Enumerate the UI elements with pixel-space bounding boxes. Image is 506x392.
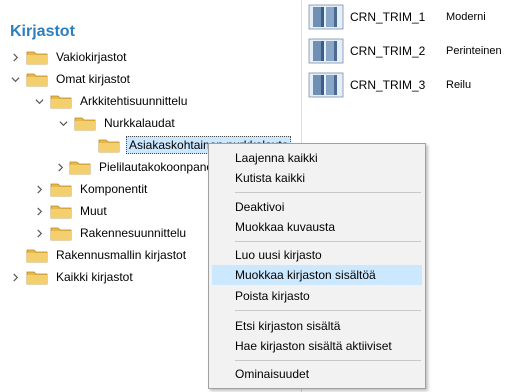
chevron-right-icon[interactable] (32, 200, 46, 222)
menu-item-edit-library-content[interactable]: Muokkaa kirjaston sisältöä (212, 265, 422, 285)
library-item-kind: Moderni (446, 11, 486, 23)
chevron-right-icon[interactable] (32, 222, 46, 244)
chevron-right-icon[interactable] (8, 46, 22, 68)
library-item-kind: Perinteinen (446, 45, 502, 57)
library-item-name: CRN_TRIM_1 (350, 10, 426, 24)
menu-item-deactivate[interactable]: Deaktivoi (212, 197, 422, 217)
tree-node-nurkkalaudat[interactable]: Nurkkalaudat (56, 112, 177, 134)
corner-trim-icon (308, 38, 344, 64)
library-item[interactable]: CRN_TRIM_1 Moderni (308, 2, 486, 32)
tree-node-label: Komponentit (80, 182, 148, 196)
menu-item-delete-library[interactable]: Poista kirjasto (212, 286, 422, 306)
tree-node-label: Pielilautakokoonpanot (99, 160, 217, 174)
tree-node-label: Vakiokirjastot (56, 50, 127, 64)
tree-node-label: Kaikki kirjastot (56, 270, 133, 284)
folder-icon (69, 159, 91, 175)
tree-node-vakiokirjastot[interactable]: Vakiokirjastot (8, 46, 128, 68)
chevron-down-icon[interactable] (8, 68, 22, 90)
menu-item-search-library[interactable]: Etsi kirjaston sisältä (212, 316, 422, 336)
menu-separator (235, 360, 421, 361)
menu-item-edit-description[interactable]: Muokkaa kuvausta (212, 217, 422, 237)
folder-icon (50, 203, 72, 219)
menu-item-search-active[interactable]: Hae kirjaston sisältä aktiiviset (212, 336, 422, 356)
menu-item-properties[interactable]: Ominaisuudet (212, 364, 422, 384)
menu-separator (235, 192, 421, 193)
folder-icon (26, 269, 48, 285)
menu-separator (235, 310, 421, 311)
tree-node-rakennusmallin-kirjastot[interactable]: Rakennusmallin kirjastot (22, 244, 188, 266)
folder-icon (50, 225, 72, 241)
tree-node-kaikki-kirjastot[interactable]: Kaikki kirjastot (8, 266, 135, 288)
folder-icon (74, 115, 96, 131)
chevron-down-icon[interactable] (56, 112, 70, 134)
tree-node-komponentit[interactable]: Komponentit (32, 178, 149, 200)
tree-node-muut[interactable]: Muut (32, 200, 109, 222)
tree-node-label: Rakennusmallin kirjastot (56, 248, 187, 262)
folder-icon (26, 71, 48, 87)
folder-icon (50, 181, 72, 197)
tree-node-label: Nurkkalaudat (104, 116, 175, 130)
menu-separator (235, 241, 421, 242)
menu-item-create-library[interactable]: Luo uusi kirjasto (212, 245, 422, 265)
folder-icon (26, 49, 48, 65)
chevron-right-icon[interactable] (56, 156, 65, 178)
chevron-down-icon[interactable] (32, 90, 46, 112)
corner-trim-icon (308, 72, 344, 98)
folder-icon (50, 93, 72, 109)
tree-node-rakennesuunnittelu[interactable]: Rakennesuunnittelu (32, 222, 188, 244)
tree-node-label: Rakennesuunnittelu (80, 226, 187, 240)
library-item-name: CRN_TRIM_3 (350, 78, 426, 92)
library-item-kind: Reilu (446, 79, 472, 91)
library-item[interactable]: CRN_TRIM_2 Perinteinen (308, 36, 502, 66)
library-item-name: CRN_TRIM_2 (350, 44, 426, 58)
tree-node-label: Muut (80, 204, 107, 218)
tree-node-arkkitehtisuunnittelu[interactable]: Arkkitehtisuunnittelu (32, 90, 189, 112)
menu-item-collapse-all[interactable]: Kutista kaikki (212, 168, 422, 188)
tree-title: Kirjastot (10, 23, 75, 40)
folder-icon (98, 137, 120, 153)
context-menu: Laajenna kaikki Kutista kaikki Deaktivoi… (208, 143, 426, 389)
tree-node-omat-kirjastot[interactable]: Omat kirjastot (8, 68, 132, 90)
corner-trim-icon (308, 4, 344, 30)
tree-node-pielilautakokoonpanot[interactable]: Pielilautakokoonpanot (56, 156, 216, 178)
library-item[interactable]: CRN_TRIM_3 Reilu (308, 70, 471, 100)
chevron-right-icon[interactable] (8, 266, 22, 288)
chevron-right-icon[interactable] (32, 178, 46, 200)
menu-item-expand-all[interactable]: Laajenna kaikki (212, 148, 422, 168)
tree-node-label: Omat kirjastot (56, 72, 131, 86)
tree-node-label: Arkkitehtisuunnittelu (80, 94, 188, 108)
folder-icon (26, 247, 48, 263)
